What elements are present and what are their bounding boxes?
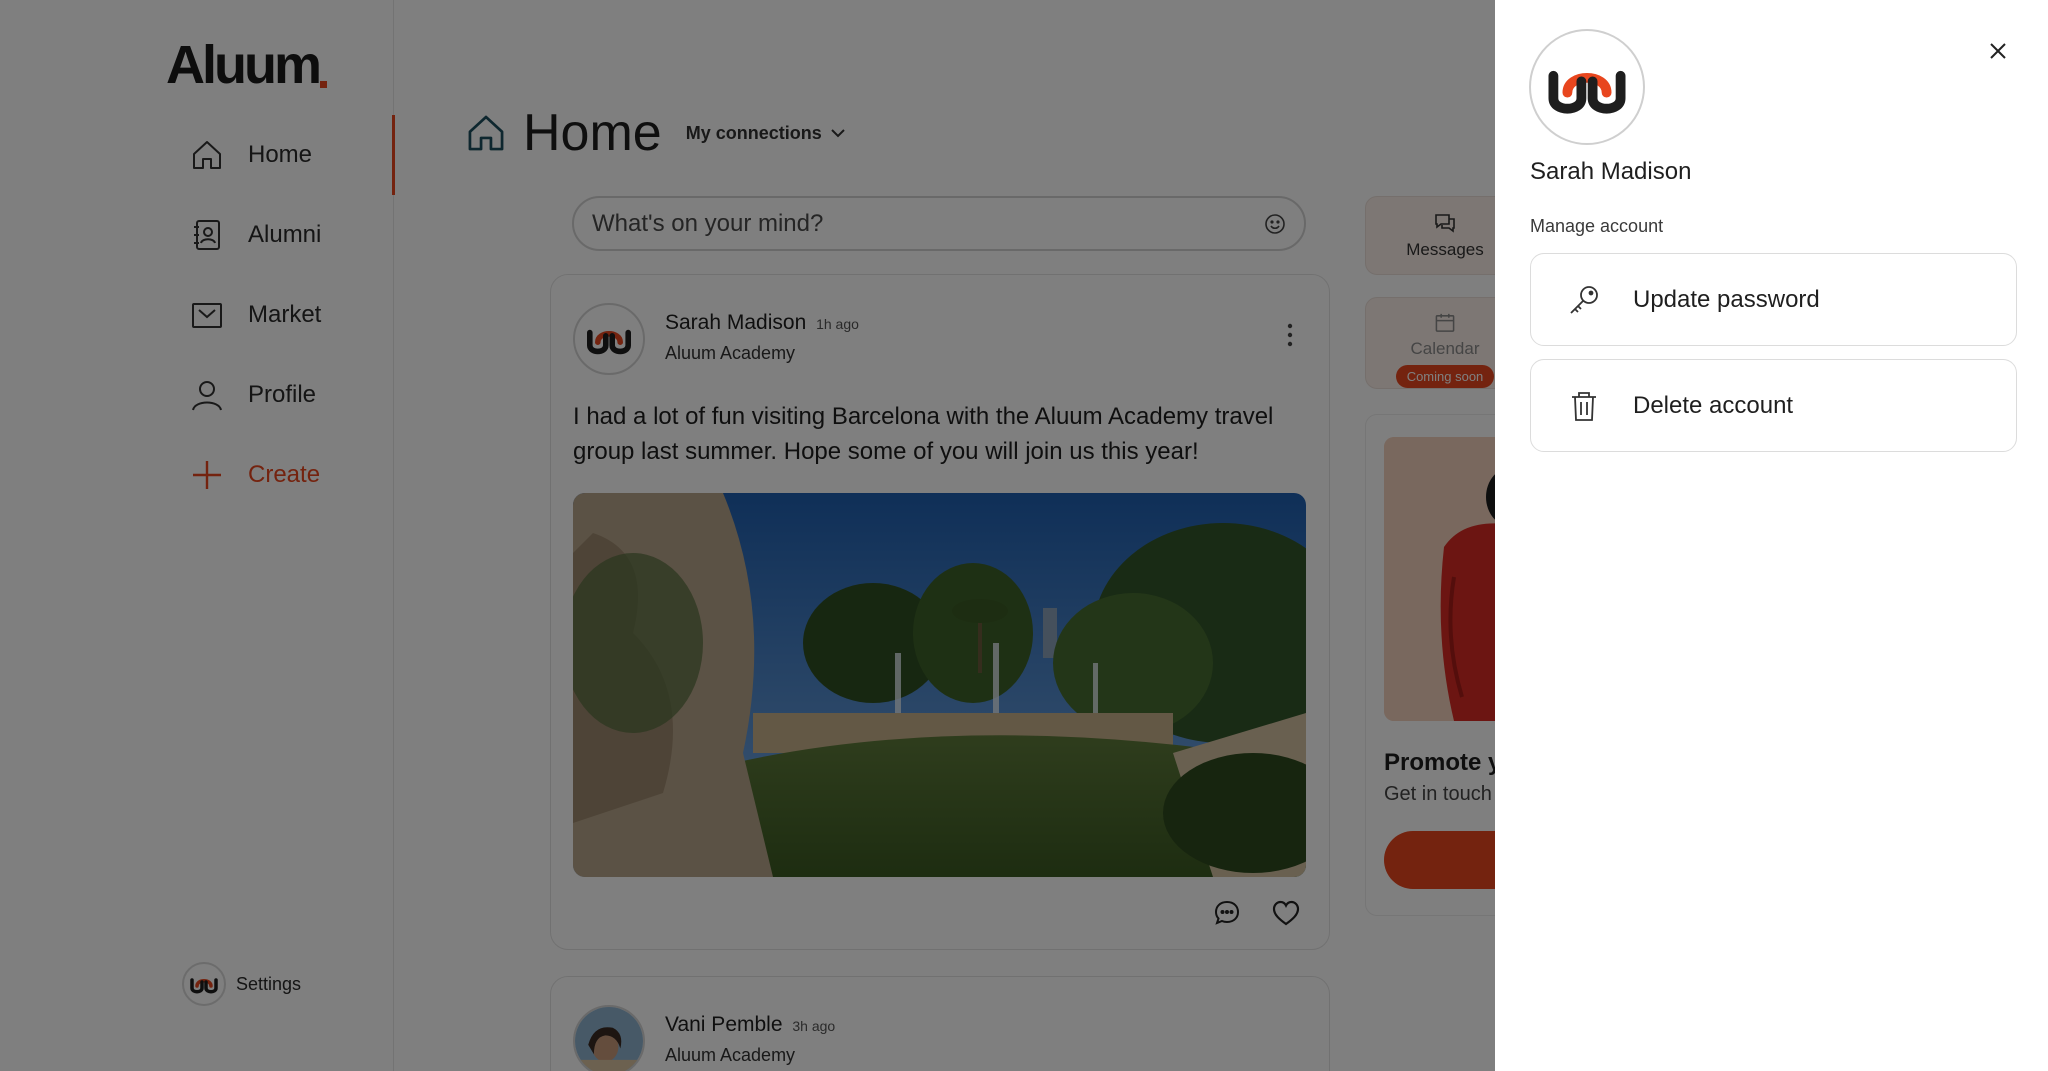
update-password-button[interactable]: Update password (1530, 253, 2017, 346)
close-drawer-button[interactable] (1981, 34, 2015, 68)
delete-account-button[interactable]: Delete account (1530, 359, 2017, 452)
trash-icon (1572, 391, 1596, 421)
key-icon (1570, 285, 1598, 314)
user-name: Sarah Madison (1530, 158, 1692, 185)
close-icon (1990, 43, 2006, 59)
aluum-mark-icon (1548, 70, 1626, 114)
manage-account-heading: Manage account (1530, 216, 1664, 236)
delete-account-label: Delete account (1633, 391, 1794, 419)
avatar (1529, 29, 1645, 145)
update-password-label: Update password (1633, 285, 1820, 313)
